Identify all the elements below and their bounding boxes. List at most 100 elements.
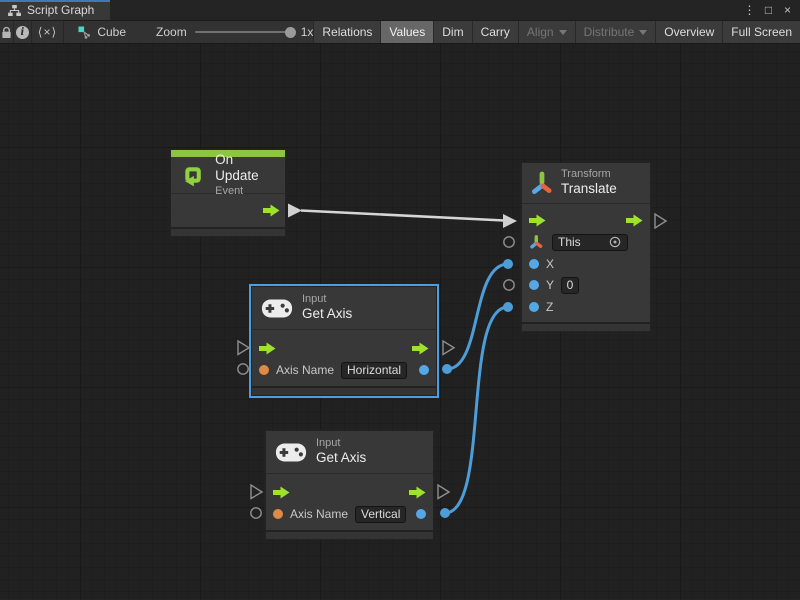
flow-output-arrow-icon[interactable] [409, 486, 426, 499]
flow-input-arrow-icon[interactable] [259, 342, 276, 355]
align-dropdown[interactable]: Align [518, 21, 575, 43]
axis-name-field[interactable]: Vertical [355, 506, 406, 523]
node-get-axis-horizontal[interactable]: Input Get Axis Axis Name H [251, 286, 437, 396]
port-label: Z [546, 300, 553, 314]
relations-button[interactable]: Relations [313, 21, 380, 43]
node-header: On Update Event [171, 157, 285, 194]
csharp-preview-button[interactable]: ⟨×⟩ [32, 21, 65, 43]
flow-output-arrow-icon[interactable] [626, 214, 643, 227]
node-category: Transform [561, 168, 617, 181]
tab-bar: Script Graph ⋮ □ × [0, 0, 800, 21]
wire-endpoint[interactable] [440, 508, 450, 518]
node-on-update[interactable]: On Update Event [170, 149, 286, 237]
tab-script-graph[interactable]: Script Graph [0, 0, 110, 20]
port-label: Axis Name [276, 363, 334, 377]
port-row-z: Z [522, 296, 650, 318]
node-footer [171, 227, 285, 236]
wire-endpoint[interactable] [442, 364, 452, 374]
lock-icon [1, 26, 12, 39]
flow-ports-row [522, 210, 650, 232]
zoom-slider[interactable] [195, 31, 293, 33]
node-title: Translate [561, 181, 617, 197]
value-input-port[interactable] [238, 364, 248, 374]
port-row-y: Y 0 [522, 275, 650, 297]
script-graph-window: Script Graph ⋮ □ × i ⟨×⟩ [0, 0, 800, 600]
wire-endpoint[interactable] [503, 259, 513, 269]
flow-output-connected-port[interactable] [288, 204, 302, 218]
distribute-dropdown[interactable]: Distribute [575, 21, 656, 43]
value-input-port[interactable] [504, 280, 514, 290]
graph-canvas[interactable]: On Update Event Transform [0, 44, 800, 599]
window-controls: ⋮ □ × [742, 0, 800, 20]
wire-vertical-to-z[interactable] [445, 307, 508, 513]
y-value-field[interactable]: 0 [561, 277, 579, 294]
target-port-row: This [522, 232, 650, 254]
value-output-port[interactable] [416, 509, 426, 519]
window-menu-icon[interactable]: ⋮ [742, 3, 757, 17]
transform-icon [531, 170, 552, 197]
node-header: Transform Translate [522, 163, 650, 204]
node-title: Get Axis [316, 450, 366, 466]
on-update-icon [180, 161, 206, 189]
port-label: X [546, 257, 554, 271]
carry-button[interactable]: Carry [472, 21, 518, 43]
flow-input-port[interactable] [238, 341, 249, 355]
maximize-icon[interactable]: □ [761, 3, 776, 17]
node-get-axis-vertical[interactable]: Input Get Axis Axis Name V [265, 430, 434, 540]
port-row-x: X [522, 253, 650, 275]
node-body [171, 194, 285, 227]
flow-output-port[interactable] [438, 485, 449, 499]
close-icon[interactable]: × [780, 3, 795, 17]
wire-onupdate-to-translate[interactable] [301, 211, 504, 221]
node-footer [266, 530, 433, 539]
flow-output-port[interactable] [443, 341, 454, 355]
overview-button[interactable]: Overview [655, 21, 722, 43]
inspect-button[interactable]: i [14, 21, 31, 43]
sitemap-icon [8, 5, 21, 16]
wire-endpoint[interactable] [503, 302, 513, 312]
lock-button[interactable] [0, 21, 14, 43]
flow-input-arrow-icon[interactable] [273, 486, 290, 499]
axis-name-row: Axis Name Horizontal [252, 360, 436, 382]
node-body: Axis Name Horizontal [252, 330, 436, 386]
axis-name-row: Axis Name Vertical [266, 504, 433, 526]
graph-node-icon [78, 26, 91, 39]
value-input-port[interactable] [251, 508, 261, 518]
flow-output-port[interactable] [655, 214, 666, 228]
zoom-slider-handle[interactable] [285, 27, 296, 38]
axis-name-field[interactable]: Horizontal [341, 362, 407, 379]
values-button[interactable]: Values [380, 21, 433, 43]
chevron-down-icon [639, 30, 647, 35]
value-output-port[interactable] [419, 365, 429, 375]
flow-output-arrow-icon[interactable] [412, 342, 429, 355]
string-input-port[interactable] [259, 365, 269, 375]
flow-output-arrow-icon[interactable] [263, 204, 280, 217]
fullscreen-button[interactable]: Full Screen [722, 21, 800, 43]
info-icon: i [16, 26, 29, 39]
node-header: Input Get Axis [266, 431, 433, 474]
flow-input-arrow-icon[interactable] [529, 214, 546, 227]
wire-horizontal-to-x[interactable] [447, 264, 508, 369]
zoom-value: 1x [301, 25, 314, 39]
zoom-control: Zoom 1x [156, 21, 313, 43]
string-input-port[interactable] [273, 509, 283, 519]
flow-ports-row [252, 338, 436, 360]
graph-toolbar: i ⟨×⟩ Cube Zoom 1x Relations Values Dim [0, 21, 800, 44]
value-port-y[interactable] [529, 280, 539, 290]
dim-button[interactable]: Dim [433, 21, 471, 43]
value-port-x[interactable] [529, 259, 539, 269]
object-picker-icon[interactable] [608, 235, 622, 249]
node-title: On Update [215, 152, 276, 185]
value-port-z[interactable] [529, 302, 539, 312]
node-footer [252, 386, 436, 395]
node-transform-translate[interactable]: Transform Translate [521, 162, 651, 332]
node-title: Get Axis [302, 306, 352, 322]
flow-input-port[interactable] [251, 485, 262, 499]
graph-reference[interactable]: Cube [78, 21, 126, 43]
value-input-port[interactable] [504, 237, 514, 247]
flow-input-arrowhead[interactable] [503, 214, 517, 228]
code-icon: ⟨×⟩ [38, 25, 57, 39]
graph-reference-label: Cube [97, 25, 126, 39]
target-object-field[interactable]: This [552, 234, 628, 251]
transform-icon [529, 234, 543, 250]
